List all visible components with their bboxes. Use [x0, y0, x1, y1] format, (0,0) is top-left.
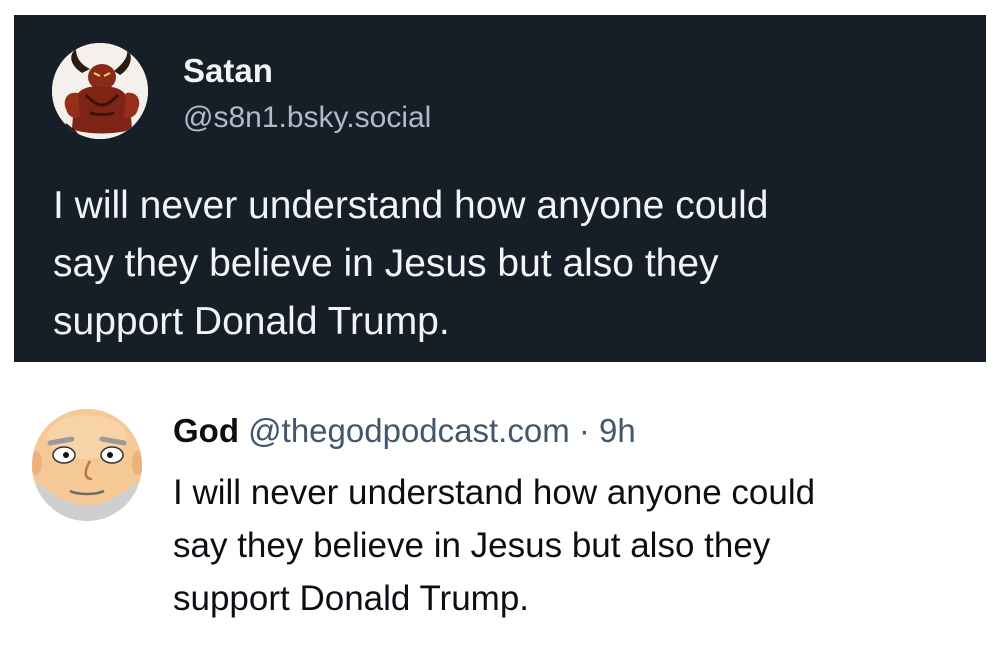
- meta-separator: ·: [569, 412, 600, 449]
- horned-demon-icon: [52, 43, 148, 139]
- god-avatar[interactable]: [32, 409, 142, 521]
- satan-avatar[interactable]: [52, 43, 148, 139]
- satan-handle[interactable]: @s8n1.bsky.social: [183, 99, 431, 137]
- post-timestamp[interactable]: 9h: [599, 412, 636, 449]
- satan-display-name[interactable]: Satan: [183, 51, 273, 91]
- satan-post-text: I will never understand how anyone could…: [53, 184, 769, 343]
- screenshot-page: Satan @s8n1.bsky.social I will never und…: [0, 0, 1000, 647]
- light-post-card[interactable]: God @thegodpodcast.com · 9h I will never…: [14, 379, 986, 647]
- god-post-text: I will never understand how anyone could…: [173, 473, 816, 618]
- god-display-name[interactable]: God: [173, 412, 239, 449]
- god-post-header: God @thegodpodcast.com · 9h: [173, 409, 636, 453]
- bald-old-man-icon: [32, 409, 142, 521]
- god-handle[interactable]: @thegodpodcast.com: [248, 412, 570, 449]
- dark-post-card[interactable]: Satan @s8n1.bsky.social I will never und…: [14, 15, 986, 362]
